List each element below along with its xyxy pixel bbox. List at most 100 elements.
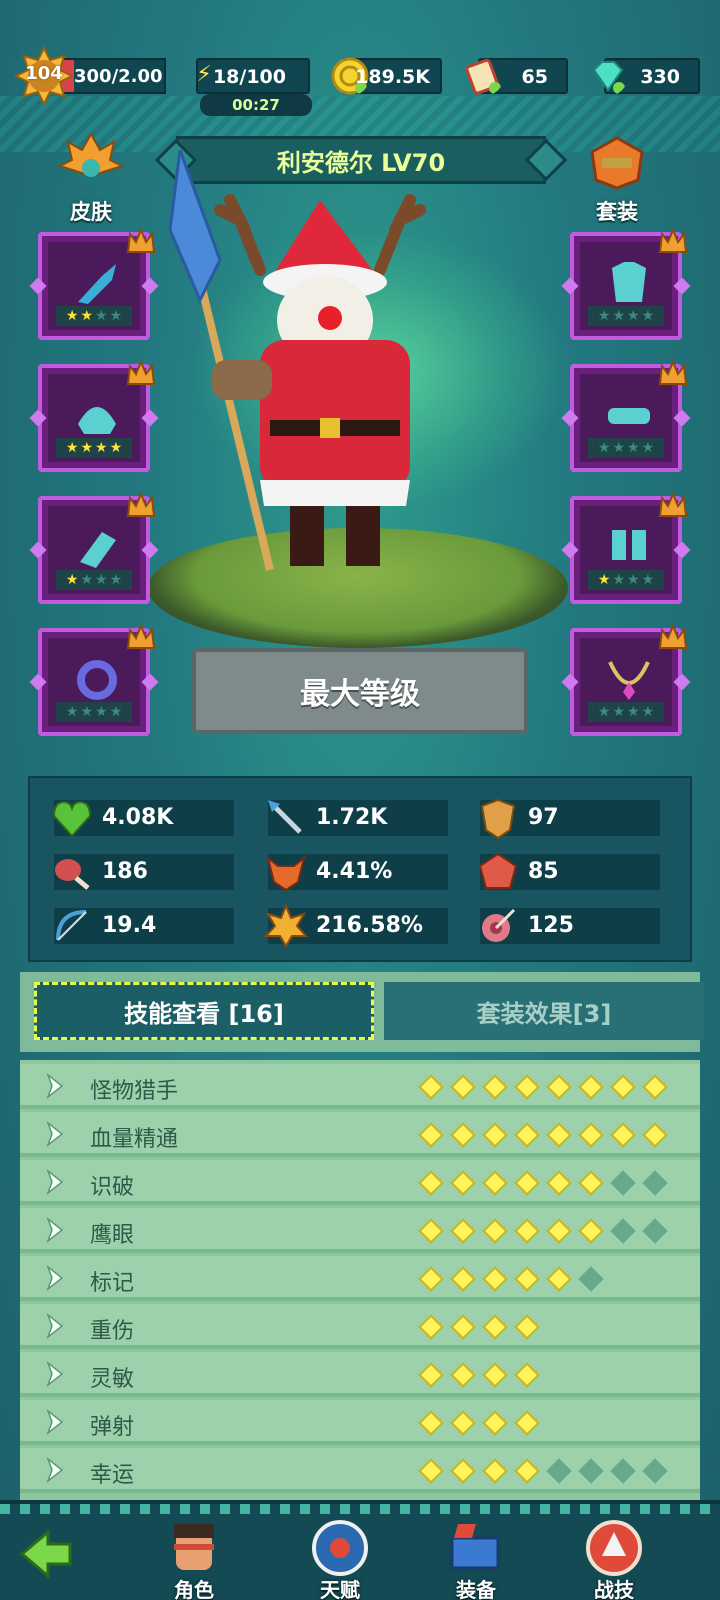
max-level-button[interactable]: 最大等级: [192, 648, 528, 734]
nav-character[interactable]: 角色: [146, 1518, 242, 1600]
pip-filled: [482, 1266, 508, 1292]
crown-badge-icon: [658, 624, 688, 649]
star-icon: ★: [641, 704, 655, 720]
energy-value: 18/100: [212, 66, 286, 88]
tab-set-effect[interactable]: 套装效果[3]: [384, 982, 704, 1040]
skill-row[interactable]: 血量精通: [20, 1112, 700, 1157]
pip-filled: [450, 1362, 476, 1388]
chevron-right-icon: [46, 1409, 64, 1435]
pip-filled: [482, 1170, 508, 1196]
bottom-nav: 角色 天赋 装备 战技: [0, 1500, 720, 1600]
nav-pattern: [0, 1504, 720, 1514]
star-icon: ★: [65, 308, 79, 324]
heart-icon: [52, 800, 92, 838]
star-icon: ★: [597, 440, 611, 456]
player-level: 104: [25, 63, 63, 84]
stats-panel: 4.08K 1.72K 97 186 4.41% 85 19.4 216.58%…: [28, 776, 692, 962]
crown-badge-icon: [126, 228, 156, 253]
gem-counter[interactable]: 330: [592, 58, 700, 94]
pip-filled: [482, 1314, 508, 1340]
energy-counter[interactable]: ⚡ 18/100: [196, 58, 310, 94]
stat-value: 97: [528, 805, 559, 830]
pip-filled: [642, 1074, 668, 1100]
pip-filled: [482, 1410, 508, 1436]
chest-armor-icon: [612, 262, 646, 302]
pip-filled: [514, 1170, 540, 1196]
nav-equipment[interactable]: 装备: [428, 1518, 524, 1600]
equip-slot-right-2[interactable]: ★ ★ ★ ★: [561, 360, 691, 472]
tab-skills[interactable]: 技能查看 [16]: [34, 982, 374, 1040]
slot-stars: ★ ★ ★ ★: [588, 438, 664, 458]
pip-filled: [578, 1218, 604, 1244]
skill-row[interactable]: 标记: [20, 1256, 700, 1301]
shield-icon: [480, 798, 516, 840]
boots-icon: [612, 530, 646, 560]
equip-slot-right-3[interactable]: ★ ★ ★ ★: [561, 492, 691, 604]
skill-level-pips: [418, 1266, 678, 1292]
stat-defense: 97: [480, 798, 660, 840]
pip-filled: [642, 1122, 668, 1148]
skill-name: 血量精通: [90, 1127, 179, 1152]
nav-combat[interactable]: 战技: [566, 1518, 662, 1600]
skill-row[interactable]: 弹射: [20, 1400, 700, 1445]
star-icon: ★: [95, 704, 108, 720]
equip-slot-left-2[interactable]: ★ ★ ★ ★: [29, 360, 159, 472]
pip-empty: [610, 1218, 636, 1244]
skill-level-pips: [418, 1074, 678, 1100]
star-icon: ★: [65, 440, 79, 456]
player-level-badge[interactable]: 104: [13, 45, 75, 107]
equipment-icon: [450, 1524, 500, 1570]
stat-hp: 4.08K: [52, 800, 234, 838]
pip-filled: [418, 1458, 444, 1484]
skill-row[interactable]: 幸运: [20, 1448, 700, 1493]
talent-emblem-icon: [312, 1520, 368, 1576]
skill-row[interactable]: 灵敏: [20, 1352, 700, 1397]
pip-filled: [514, 1122, 540, 1148]
skill-name: 怪物猎手: [90, 1079, 179, 1104]
skin-button[interactable]: 皮肤: [46, 131, 136, 226]
equip-slot-right-4[interactable]: ★ ★ ★ ★: [561, 624, 691, 736]
pip-filled: [418, 1218, 444, 1244]
back-button[interactable]: [10, 1524, 80, 1600]
combat-skill-icon: [586, 1520, 642, 1576]
equip-slot-left-1[interactable]: ★ ★ ★ ★: [29, 228, 159, 340]
pip-filled: [578, 1074, 604, 1100]
hero-model[interactable]: [150, 150, 470, 590]
equip-slot-left-4[interactable]: ★ ★ ★ ★: [29, 624, 159, 736]
gauntlet-icon: [80, 532, 116, 568]
pip-empty: [610, 1458, 636, 1484]
stat-crit-damage: 216.58%: [264, 904, 448, 948]
skill-row[interactable]: 识破: [20, 1160, 700, 1205]
star-icon: ★: [109, 440, 123, 456]
pip-filled: [514, 1458, 540, 1484]
gem-value: 330: [640, 66, 680, 88]
nav-talent[interactable]: 天赋: [292, 1518, 388, 1600]
star-icon: ★: [109, 704, 123, 720]
slot-stars: ★ ★ ★ ★: [56, 570, 132, 590]
chevron-right-icon: [46, 1265, 64, 1291]
belt-icon: [608, 408, 650, 424]
skills-list[interactable]: 怪物猎手血量精通识破 鹰眼 标记 重伤灵敏弹射 幸运: [20, 1060, 700, 1500]
skill-level-pips: [418, 1410, 678, 1436]
slot-stars: ★ ★ ★ ★: [588, 306, 664, 326]
stat-pentagon: 85: [478, 852, 660, 890]
equip-slot-left-3[interactable]: ★ ★ ★ ★: [29, 492, 159, 604]
equip-slot-right-1[interactable]: ★ ★ ★ ★: [561, 228, 691, 340]
skill-row[interactable]: 重伤: [20, 1304, 700, 1349]
skill-row[interactable]: 怪物猎手: [20, 1064, 700, 1109]
ticket-counter[interactable]: 65: [465, 58, 568, 95]
skill-row[interactable]: 鹰眼: [20, 1208, 700, 1253]
set-button[interactable]: 套装: [572, 132, 662, 226]
skill-name: 灵敏: [90, 1367, 135, 1392]
chevron-right-icon: [46, 1457, 64, 1483]
pip-filled: [418, 1074, 444, 1100]
pip-filled: [514, 1266, 540, 1292]
pip-filled: [418, 1122, 444, 1148]
stat-range: 19.4: [54, 908, 234, 944]
gold-counter[interactable]: 189.5K: [331, 57, 442, 95]
pip-filled: [610, 1122, 636, 1148]
skill-level-pips: [418, 1458, 678, 1484]
crit-icon: [264, 904, 308, 948]
pip-filled: [482, 1458, 508, 1484]
pip-filled: [418, 1170, 444, 1196]
